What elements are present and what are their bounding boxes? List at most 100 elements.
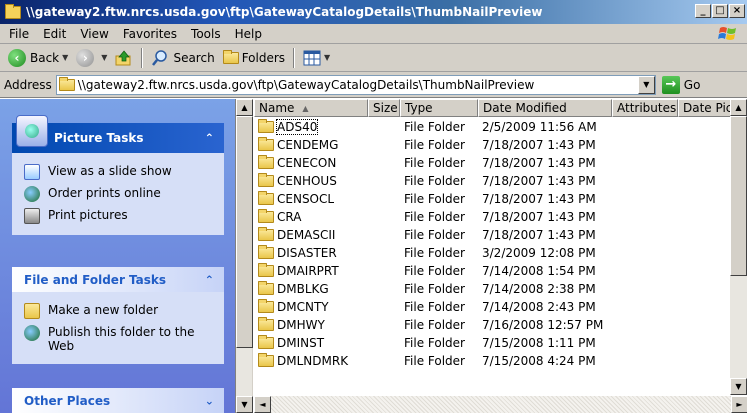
scroll-left-button[interactable]: ◄ <box>254 396 271 413</box>
file-name-label: ADS40 <box>275 119 319 135</box>
other-places-header[interactable]: Other Places ⌄ <box>12 388 224 413</box>
scroll-thumb[interactable] <box>236 116 253 348</box>
menu-tools[interactable]: Tools <box>184 27 228 41</box>
file-date-cell: 7/18/2007 1:43 PM <box>482 156 596 170</box>
task-make-new-folder[interactable]: Make a new folder <box>24 300 214 322</box>
address-label: Address <box>4 77 52 92</box>
globe-icon <box>24 325 40 341</box>
file-row[interactable]: CENSOCL File Folder 7/18/2007 1:43 PM <box>254 190 747 208</box>
back-label: Back <box>30 50 60 65</box>
file-type-cell: File Folder <box>404 318 465 332</box>
file-name-label: DMLNDMRK <box>277 354 349 368</box>
file-row[interactable]: DEMASCII File Folder 7/18/2007 1:43 PM <box>254 226 747 244</box>
menu-file[interactable]: File <box>2 27 36 41</box>
go-button[interactable]: → Go <box>661 75 700 94</box>
file-row[interactable]: CRA File Folder 7/18/2007 1:43 PM <box>254 208 747 226</box>
column-header-size[interactable]: Size <box>368 99 400 117</box>
chevron-down-icon[interactable]: ▼ <box>101 53 107 62</box>
file-name-label: DEMASCII <box>277 228 336 242</box>
folder-icon <box>258 209 274 223</box>
scroll-thumb[interactable] <box>730 116 747 276</box>
file-date-cell: 7/15/2008 1:11 PM <box>482 336 596 350</box>
folder-icon <box>258 227 274 241</box>
file-row[interactable]: ADS40 File Folder 2/5/2009 11:56 AM <box>254 118 747 136</box>
file-name-label: DMHWY <box>277 318 325 332</box>
file-type-cell: File Folder <box>404 120 465 134</box>
chevron-down-icon[interactable]: ▼ <box>62 53 68 62</box>
file-name-cell: DMBLKG <box>254 281 368 296</box>
expand-chevron-icon[interactable]: ⌄ <box>205 394 214 407</box>
collapse-chevron-icon[interactable]: ⌃ <box>205 132 214 145</box>
file-type-cell: File Folder <box>404 228 465 242</box>
menu-favorites[interactable]: Favorites <box>116 27 184 41</box>
views-button[interactable]: ▼ <box>299 46 334 70</box>
scroll-down-button[interactable]: ▼ <box>730 378 747 395</box>
address-dropdown-button[interactable]: ▼ <box>637 75 655 94</box>
toolbar-separator <box>141 47 144 68</box>
file-folder-tasks-body: Make a new folder Publish this folder to… <box>12 292 224 364</box>
file-name-label: CRA <box>277 210 302 224</box>
file-row[interactable]: DMBLKG File Folder 7/14/2008 2:38 PM <box>254 280 747 298</box>
column-header-name[interactable]: Name ▲ <box>254 99 368 117</box>
file-folder-tasks-header[interactable]: File and Folder Tasks ⌃ <box>12 267 224 292</box>
task-link-label: Publish this folder to the Web <box>48 325 195 353</box>
address-input[interactable]: \\gateway2.ftw.nrcs.usda.gov\ftp\Gateway… <box>55 74 656 95</box>
search-label: Search <box>173 50 215 65</box>
file-name-cell: DMCNTY <box>254 299 368 314</box>
file-list-scrollbar[interactable]: ▲ ▼ <box>730 99 747 395</box>
column-header-type[interactable]: Type <box>400 99 478 117</box>
file-row[interactable]: DMAIRPRT File Folder 7/14/2008 1:54 PM <box>254 262 747 280</box>
file-row[interactable]: DISASTER File Folder 3/2/2009 12:08 PM <box>254 244 747 262</box>
up-folder-button[interactable] <box>111 46 137 70</box>
file-date-cell: 7/18/2007 1:43 PM <box>482 228 596 242</box>
horizontal-scrollbar[interactable]: ◄ ► <box>254 396 747 413</box>
address-value: \\gateway2.ftw.nrcs.usda.gov\ftp\Gateway… <box>77 77 535 92</box>
column-header-attributes[interactable]: Attributes <box>612 99 678 117</box>
folders-button[interactable]: Folders <box>219 46 289 70</box>
scroll-up-button[interactable]: ▲ <box>730 99 747 116</box>
forward-button[interactable]: › ▼ <box>72 46 111 70</box>
file-row[interactable]: DMCNTY File Folder 7/14/2008 2:43 PM <box>254 298 747 316</box>
menu-view[interactable]: View <box>73 27 115 41</box>
folders-icon <box>222 49 239 64</box>
title-bar: \\gateway2.ftw.nrcs.usda.gov\ftp\Gateway… <box>0 0 747 24</box>
minimize-button[interactable]: _ <box>695 4 711 18</box>
scroll-up-button[interactable]: ▲ <box>236 99 253 116</box>
column-header-label: Name <box>259 101 295 115</box>
scroll-right-button[interactable]: ► <box>731 396 747 413</box>
file-row[interactable]: DMINST File Folder 7/15/2008 1:11 PM <box>254 334 747 352</box>
task-link-label: Make a new folder <box>48 303 159 317</box>
task-print-pictures[interactable]: Print pictures <box>24 205 214 227</box>
file-name-label: CENECON <box>277 156 337 170</box>
file-row[interactable]: CENHOUS File Folder 7/18/2007 1:43 PM <box>254 172 747 190</box>
close-button[interactable]: × <box>729 4 745 18</box>
folder-icon <box>58 76 75 91</box>
file-list: Name ▲ Size Type Date Modified Attribute… <box>254 99 747 413</box>
task-pane-scrollbar[interactable]: ▲ ▼ <box>236 99 253 413</box>
task-view-slideshow[interactable]: View as a slide show <box>24 161 214 183</box>
sort-ascending-icon: ▲ <box>302 103 309 113</box>
file-name-cell: DMLNDMRK <box>254 353 368 368</box>
search-button[interactable]: Search <box>147 46 218 70</box>
file-pane: ▲ ▼ Name ▲ Size Type Date Modified Attri… <box>235 99 747 413</box>
column-header-date-modified[interactable]: Date Modified <box>478 99 612 117</box>
scroll-down-button[interactable]: ▼ <box>236 396 253 413</box>
file-row[interactable]: CENDEMG File Folder 7/18/2007 1:43 PM <box>254 136 747 154</box>
menu-help[interactable]: Help <box>228 27 269 41</box>
collapse-chevron-icon[interactable]: ⌃ <box>205 273 214 286</box>
chevron-down-icon[interactable]: ▼ <box>324 53 330 62</box>
task-pane: Picture Tasks ⌃ View as a slide show Ord… <box>0 99 235 413</box>
file-row[interactable]: CENECON File Folder 7/18/2007 1:43 PM <box>254 154 747 172</box>
picture-tasks-header[interactable]: Picture Tasks ⌃ <box>12 115 224 153</box>
back-button[interactable]: ‹ Back ▼ <box>4 46 72 70</box>
file-row[interactable]: DMHWY File Folder 7/16/2008 12:57 PM <box>254 316 747 334</box>
file-row[interactable]: DMLNDMRK File Folder 7/15/2008 4:24 PM <box>254 352 747 370</box>
menu-bar: File Edit View Favorites Tools Help <box>0 24 747 44</box>
search-icon <box>152 49 168 66</box>
maximize-button[interactable]: □ <box>712 4 728 18</box>
file-date-cell: 7/16/2008 12:57 PM <box>482 318 604 332</box>
task-publish-web[interactable]: Publish this folder to the Web <box>24 322 214 356</box>
file-name-cell: CRA <box>254 209 368 224</box>
menu-edit[interactable]: Edit <box>36 27 73 41</box>
task-order-prints[interactable]: Order prints online <box>24 183 214 205</box>
